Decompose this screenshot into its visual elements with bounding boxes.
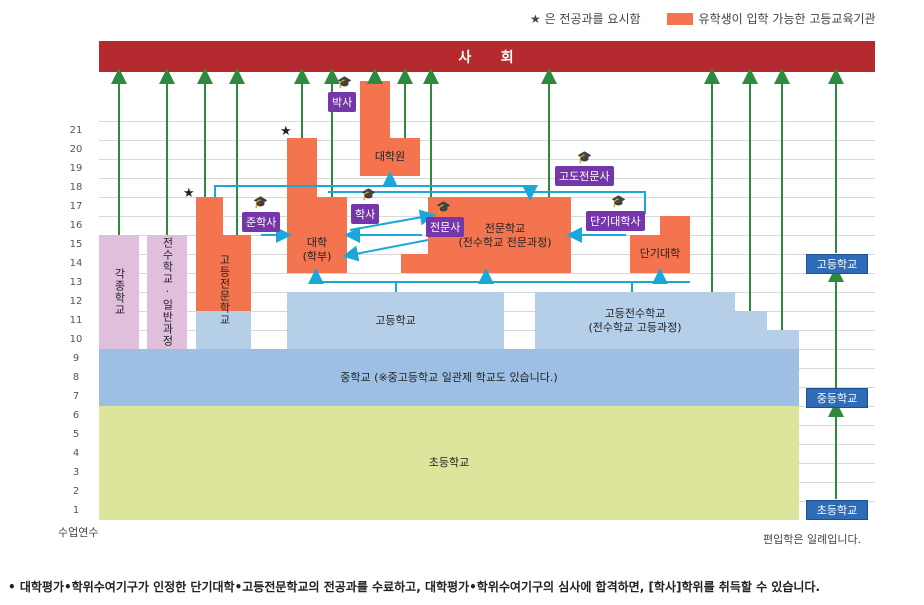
- arrow-spec-to-univ-diag: [342, 239, 429, 262]
- badge-professional: 전문사: [426, 217, 465, 237]
- badge-doctor: 박사: [328, 92, 357, 112]
- flow-arrows: [111, 68, 844, 499]
- star-icon: ★: [183, 186, 195, 201]
- badge-bachelor: 학사: [351, 204, 380, 224]
- side-label-middle: 중등학교: [806, 388, 868, 408]
- badge-junior-college-degree: 단기대학사: [586, 211, 645, 231]
- graduation-cap-icon: 🎓: [361, 187, 376, 201]
- badge-associate: 준학사: [242, 212, 281, 232]
- graduation-cap-icon: 🎓: [611, 194, 626, 208]
- transfer-note: 편입학은 일례입니다.: [763, 533, 862, 546]
- graduation-cap-icon: 🎓: [577, 150, 592, 164]
- footnote: • 대학평가•학위수여기구가 인정한 단기대학•고등전문학교의 전공과를 수료하…: [8, 580, 821, 594]
- graduation-cap-icon: 🎓: [337, 75, 352, 89]
- badge-advanced-professional: 고도전문사: [555, 166, 614, 186]
- graduation-cap-icon: 🎓: [253, 195, 268, 209]
- graduation-cap-icon: 🎓: [436, 200, 451, 214]
- side-label-high: 고등학교: [806, 254, 868, 274]
- star-icon: ★: [280, 124, 292, 139]
- side-label-elementary: 초등학교: [806, 500, 868, 520]
